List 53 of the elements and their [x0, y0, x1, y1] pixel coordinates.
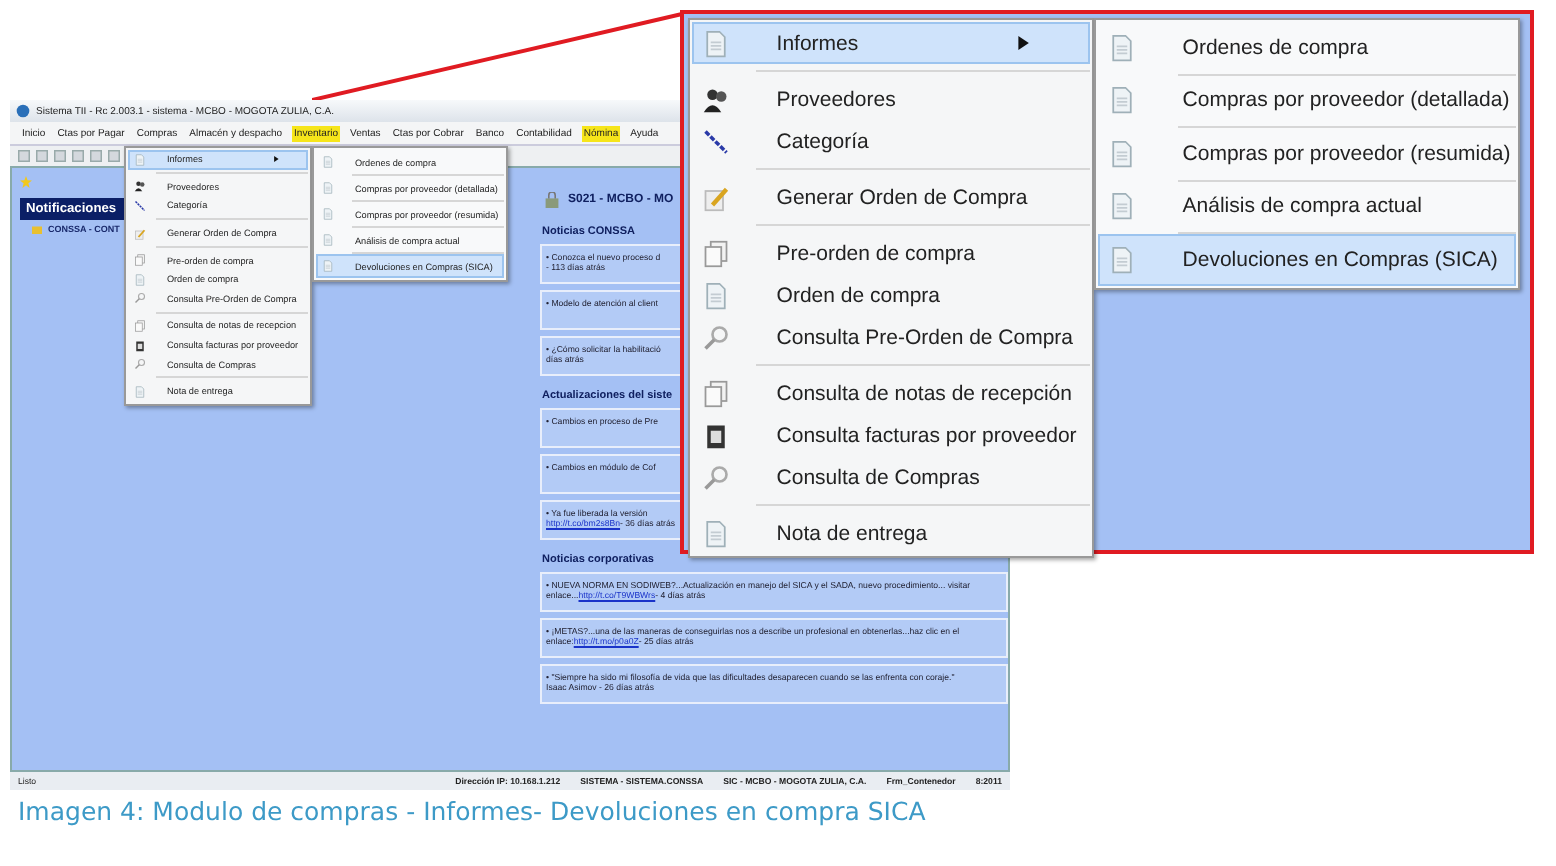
document-icon — [133, 385, 146, 398]
document-icon — [321, 260, 334, 272]
menu-item[interactable]: Generar Orden de Compra — [692, 176, 1090, 218]
pencil-icon — [133, 227, 146, 240]
people-icon — [702, 85, 731, 113]
document-icon — [321, 182, 334, 194]
menu-item[interactable]: Consulta Pre-Orden de Compra — [692, 316, 1090, 358]
submenu-item[interactable]: Análisis de compra actual — [1098, 181, 1516, 232]
submenu-item[interactable]: Compras por proveedor (detallada) — [1098, 75, 1516, 126]
figure-caption: Imagen 4: Modulo de compras - Informes- Devoluciones en compra SICA — [18, 796, 926, 826]
pages-icon — [133, 254, 146, 267]
document-icon — [321, 156, 334, 168]
search-icon — [133, 358, 146, 371]
pencil-icon — [702, 183, 731, 211]
document-icon — [321, 234, 334, 246]
pages-icon — [702, 239, 731, 267]
document-icon — [702, 281, 731, 309]
submenu-item[interactable]: Ordenes de compra — [1098, 22, 1516, 73]
menu-item[interactable]: Informes — [692, 22, 1090, 64]
search-icon — [133, 292, 146, 305]
menu-item[interactable]: Pre-orden de compra — [692, 232, 1090, 274]
document-icon — [133, 153, 146, 166]
document-icon — [1108, 139, 1137, 168]
document-icon — [1108, 33, 1137, 62]
document-icon — [1108, 192, 1137, 221]
pages-icon — [133, 319, 146, 332]
diagonal-line-icon — [133, 199, 146, 212]
search-icon — [702, 323, 731, 351]
document-icon — [1108, 86, 1137, 115]
submenu-item[interactable]: Devoluciones en Compras (SICA) — [1098, 234, 1516, 285]
menu-item[interactable]: Consulta de notas de recepción — [692, 372, 1090, 414]
document-icon — [1108, 245, 1137, 274]
app-icon — [16, 104, 30, 118]
menu-item[interactable]: Proveedores — [692, 78, 1090, 120]
pages-icon — [702, 379, 731, 407]
search-icon — [702, 463, 731, 491]
menu-item[interactable]: Nota de entrega — [692, 512, 1090, 554]
diagonal-line-icon — [702, 127, 731, 155]
document-icon — [702, 29, 731, 57]
clipboard-icon — [702, 421, 731, 449]
menu-item[interactable]: Consulta facturas por proveedor — [692, 414, 1090, 456]
document-icon — [702, 519, 731, 547]
menu-item[interactable]: Consulta de Compras — [692, 456, 1090, 498]
menu-item[interactable]: Categoría — [692, 120, 1090, 162]
people-icon — [133, 180, 146, 193]
document-icon — [321, 208, 334, 220]
document-icon — [133, 273, 146, 286]
menu-item[interactable]: Orden de compra — [692, 274, 1090, 316]
clipboard-icon — [133, 339, 146, 352]
star-icon — [20, 176, 32, 188]
folder-icon — [32, 224, 42, 234]
submenu-item[interactable]: Compras por proveedor (resumida) — [1098, 128, 1516, 179]
lock-icon — [544, 192, 560, 208]
